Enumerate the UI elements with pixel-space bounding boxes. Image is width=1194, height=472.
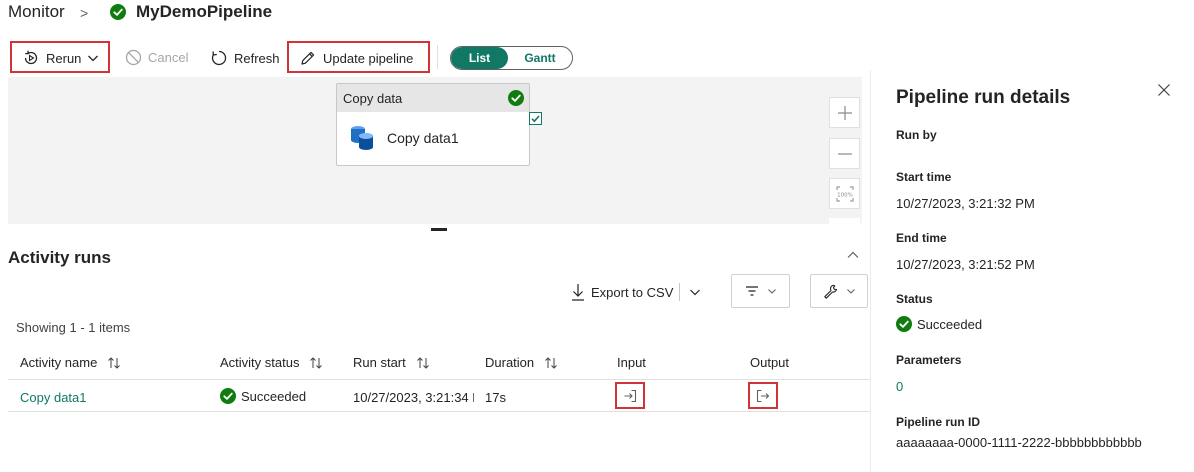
activity-type-label: Copy data — [343, 90, 403, 106]
activity-card-header: Copy data — [337, 84, 529, 112]
table-row-divider — [8, 379, 870, 380]
success-check-icon — [896, 316, 912, 332]
column-header-label: Run start — [353, 355, 406, 370]
chevron-up-icon[interactable] — [846, 248, 860, 262]
activity-card[interactable]: Copy data Copy data1 — [336, 83, 530, 166]
download-icon — [572, 284, 584, 301]
table-row-divider — [8, 411, 870, 412]
page-title: MyDemoPipeline — [136, 2, 273, 21]
sort-icon[interactable] — [544, 356, 558, 370]
sort-icon[interactable] — [416, 356, 430, 370]
rerun-label: Rerun — [46, 50, 82, 66]
status-value: Succeeded — [896, 316, 982, 332]
rerun-icon — [24, 50, 38, 65]
column-header-label: Activity status — [220, 355, 300, 370]
refresh-icon — [211, 50, 227, 66]
activity-name-link[interactable]: Copy data1 — [20, 390, 87, 405]
column-header-activity-name[interactable]: Activity name — [20, 355, 121, 370]
column-header-input: Input — [617, 355, 646, 370]
activity-status-text: Succeeded — [241, 388, 307, 404]
items-count: Showing 1 - 1 items — [16, 320, 131, 335]
column-header-label: Duration — [485, 355, 535, 370]
chevron-down-icon — [767, 289, 776, 294]
breadcrumb-separator: > — [80, 5, 89, 21]
view-gantt-option[interactable]: Gantt — [508, 47, 572, 69]
success-check-icon — [220, 388, 236, 404]
parameters-label: Parameters — [896, 353, 962, 367]
panel-splitter[interactable] — [8, 224, 862, 226]
sort-icon[interactable] — [107, 356, 121, 370]
refresh-button[interactable]: Refresh — [210, 49, 280, 67]
checkmark-icon — [531, 115, 540, 123]
zoom-in-button[interactable] — [829, 97, 860, 128]
update-pipeline-label: Update pipeline — [323, 50, 414, 66]
parameters-link[interactable]: 0 — [896, 379, 903, 394]
column-header-output: Output — [750, 355, 789, 370]
zoom-100-icon: 100% — [836, 186, 853, 201]
toolbar-divider — [437, 45, 438, 69]
cancel-button[interactable]: Cancel — [125, 49, 188, 66]
cancel-label: Cancel — [148, 50, 189, 65]
plus-icon — [837, 105, 852, 120]
success-check-icon — [110, 4, 126, 20]
status-text: Succeeded — [917, 316, 983, 332]
input-button[interactable] — [615, 382, 645, 409]
run-id-value: aaaaaaaa-0000-1111-2222-bbbbbbbbbbbb — [896, 435, 1142, 450]
rerun-button[interactable]: Rerun — [22, 49, 99, 67]
update-pipeline-button[interactable]: Update pipeline — [299, 49, 413, 67]
filter-button[interactable] — [731, 274, 790, 308]
activity-name: Copy data1 — [387, 130, 459, 146]
splitter-handle-icon[interactable] — [431, 228, 447, 231]
zoom-100-label: 100% — [837, 192, 853, 198]
input-icon — [624, 389, 637, 402]
view-toggle[interactable]: List Gantt — [450, 46, 573, 70]
wrench-icon — [823, 284, 837, 299]
copy-data-icon — [351, 126, 373, 150]
close-icon[interactable] — [1157, 83, 1171, 97]
success-check-icon — [508, 90, 524, 106]
activity-runs-title: Activity runs — [8, 248, 111, 267]
column-header-label: Activity name — [20, 355, 98, 370]
details-title: Pipeline run details — [896, 87, 1071, 108]
activity-select-checkbox[interactable] — [529, 112, 542, 125]
column-header-activity-status[interactable]: Activity status — [220, 355, 323, 370]
export-divider — [679, 283, 680, 301]
export-csv-label: Export to CSV — [591, 284, 674, 300]
start-time-label: Start time — [896, 170, 952, 184]
column-header-label: Input — [617, 355, 646, 370]
run-id-label: Pipeline run ID — [896, 415, 981, 429]
sort-icon[interactable] — [309, 356, 323, 370]
column-header-duration[interactable]: Duration — [485, 355, 558, 370]
chevron-down-icon — [88, 55, 99, 62]
column-options-button[interactable] — [810, 274, 868, 308]
status-label: Status — [896, 292, 933, 306]
column-header-label: Output — [750, 355, 790, 370]
refresh-label: Refresh — [234, 50, 280, 66]
duration-cell: 17s — [485, 390, 506, 405]
zoom-fit-button[interactable]: 100% — [829, 178, 860, 209]
chevron-down-icon — [846, 289, 855, 294]
filter-icon — [745, 286, 758, 296]
activity-status-cell: Succeeded — [220, 388, 306, 404]
minus-icon — [837, 152, 852, 155]
run-by-label: Run by — [896, 128, 937, 142]
end-time-value: 10/27/2023, 3:21:52 PM — [896, 257, 1035, 272]
output-button[interactable] — [748, 382, 778, 409]
breadcrumb-monitor-link[interactable]: Monitor — [8, 2, 65, 22]
chevron-down-icon[interactable] — [689, 286, 701, 298]
end-time-label: End time — [896, 231, 947, 245]
start-time-value: 10/27/2023, 3:21:32 PM — [896, 196, 1035, 211]
pencil-icon — [301, 51, 315, 65]
cancel-icon — [125, 49, 142, 66]
run-start-cell: 10/27/2023, 3:21:34 PM — [353, 390, 474, 405]
export-csv-button[interactable]: Export to CSV — [571, 283, 673, 301]
view-list-option[interactable]: List — [451, 47, 508, 69]
output-icon — [756, 389, 770, 402]
column-header-run-start[interactable]: Run start — [353, 355, 430, 370]
zoom-out-button[interactable] — [829, 138, 860, 169]
